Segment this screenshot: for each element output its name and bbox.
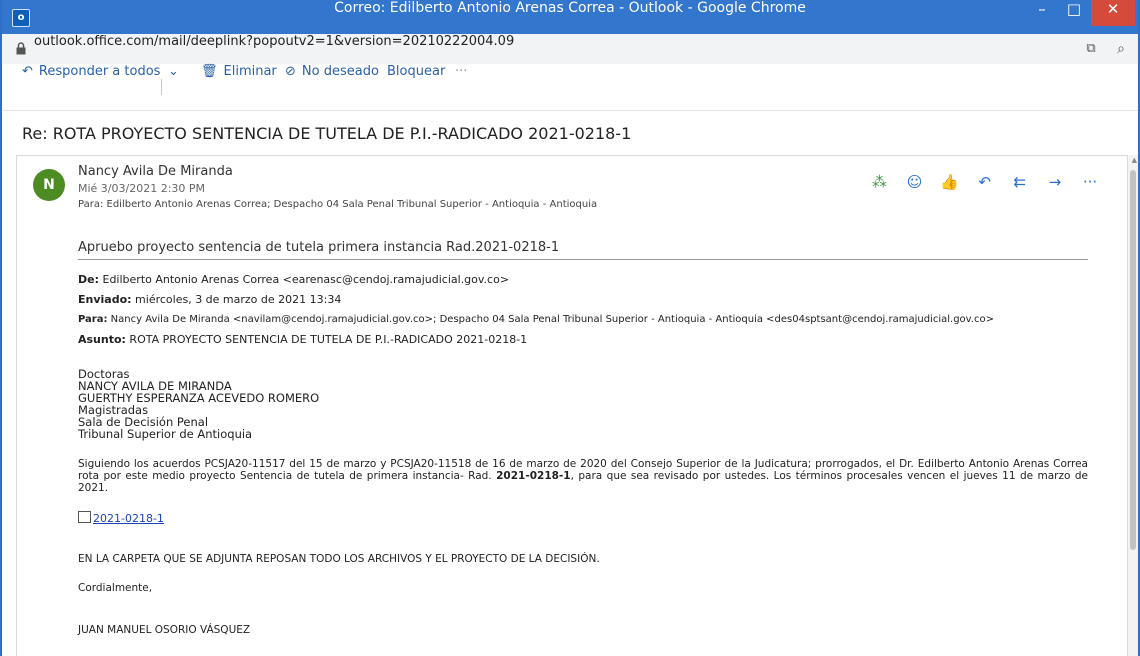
emoji-icon[interactable]: ☺ <box>900 173 930 191</box>
junk-label: No deseado <box>301 64 379 79</box>
url-text[interactable]: outlook.office.com/mail/deeplink?popoutv… <box>34 34 514 49</box>
delete-button[interactable]: 🗑 Eliminar <box>201 64 277 79</box>
salutation-line: GUERTHY ESPERANZA ACEVEDO ROMERO <box>78 391 320 405</box>
recipients-line: Para: Edilberto Antonio Arenas Correa; D… <box>78 199 598 210</box>
minimize-button[interactable]: – <box>1026 0 1058 26</box>
address-bar[interactable]: outlook.office.com/mail/deeplink?popoutv… <box>2 34 1138 65</box>
message-actions: ⁂ ☺ 👍 ↶ ⇇ → ··· <box>864 172 1105 191</box>
lock-icon <box>16 42 26 55</box>
chevron-down-icon[interactable]: ⌄ <box>168 64 179 79</box>
zoom-icon[interactable]: ⌕ <box>1112 40 1130 58</box>
message-date: Mié 3/03/2021 2:30 PM <box>78 182 206 195</box>
document-icon <box>78 511 91 523</box>
salutation-line: Tribunal Superior de Antioquia <box>78 427 253 441</box>
signature: JUAN MANUEL OSORIO VÁSQUEZ <box>78 624 251 636</box>
quoted-subject: Asunto: ROTA PROYECTO SENTENCIA DE TUTEL… <box>78 333 528 346</box>
scroll-up-icon[interactable]: ▲ <box>1132 156 1137 164</box>
message-subject: Re: ROTA PROYECTO SENTENCIA DE TUTELA DE… <box>22 124 632 143</box>
more-options-icon[interactable]: ··· <box>455 64 467 79</box>
salutation-line: Magistradas <box>78 403 149 417</box>
reply-icon[interactable]: ↶ <box>970 173 1000 191</box>
avatar[interactable]: N <box>33 169 65 201</box>
close-button[interactable]: ✕ <box>1091 0 1135 26</box>
reply-all-icon: ↶ <box>22 64 33 79</box>
message-toolbar: ↶ Responder a todos ⌄ 🗑 Eliminar ⊘ No desea… <box>2 64 1138 111</box>
quoted-from: De: Edilberto Antonio Arenas Correa <ear… <box>78 273 510 286</box>
junk-button[interactable]: ⊘ No deseado <box>285 64 379 79</box>
reply-text: Apruebo proyecto sentencia de tutela pri… <box>78 240 1088 260</box>
maximize-button[interactable]: □ <box>1058 0 1090 26</box>
reply-all-button[interactable]: ↶ Responder a todos <box>22 64 160 79</box>
message-body: Apruebo proyecto sentencia de tutela pri… <box>78 240 1088 636</box>
delete-label: Eliminar <box>223 64 277 79</box>
message-card: N Nancy Avila De Miranda Mié 3/03/2021 2… <box>16 155 1128 656</box>
closing: Cordialmente, <box>78 582 153 594</box>
attachment-link[interactable]: 2021-0218-1 <box>78 511 1088 525</box>
browser-window: o Correo: Edilberto Antonio Arenas Corre… <box>0 0 1140 656</box>
folder-note: EN LA CARPETA QUE SE ADJUNTA REPOSAN TOD… <box>78 553 600 565</box>
block-button[interactable]: Bloquear <box>387 64 445 79</box>
title-bar: o Correo: Edilberto Antonio Arenas Corre… <box>2 0 1138 34</box>
salutation-block: Doctoras NANCY AVILA DE MIRANDA GUERTHY … <box>78 368 1088 440</box>
scrollbar-thumb[interactable] <box>1130 170 1136 550</box>
apps-icon[interactable]: ⁂ <box>864 173 894 191</box>
sender-name[interactable]: Nancy Avila De Miranda <box>78 164 233 179</box>
window-title: Correo: Edilberto Antonio Arenas Correa … <box>334 0 806 16</box>
body-paragraph: Siguiendo los acuerdos PCSJA20-11517 del… <box>78 458 1088 494</box>
like-icon[interactable]: 👍 <box>935 173 965 191</box>
quoted-to: Para: Nancy Avila De Miranda <navilam@ce… <box>78 314 994 325</box>
toolbar-divider <box>161 79 162 95</box>
open-in-window-icon[interactable]: ⧉ <box>1082 40 1100 58</box>
trash-icon: 🗑 <box>201 64 218 79</box>
quoted-sent: Enviado: miércoles, 3 de marzo de 2021 1… <box>78 293 342 306</box>
reply-all-label: Responder a todos <box>38 64 161 79</box>
block-icon: ⊘ <box>285 64 296 79</box>
reply-all-icon[interactable]: ⇇ <box>1005 173 1035 191</box>
more-icon[interactable]: ··· <box>1075 173 1105 191</box>
forward-icon[interactable]: → <box>1040 173 1070 191</box>
